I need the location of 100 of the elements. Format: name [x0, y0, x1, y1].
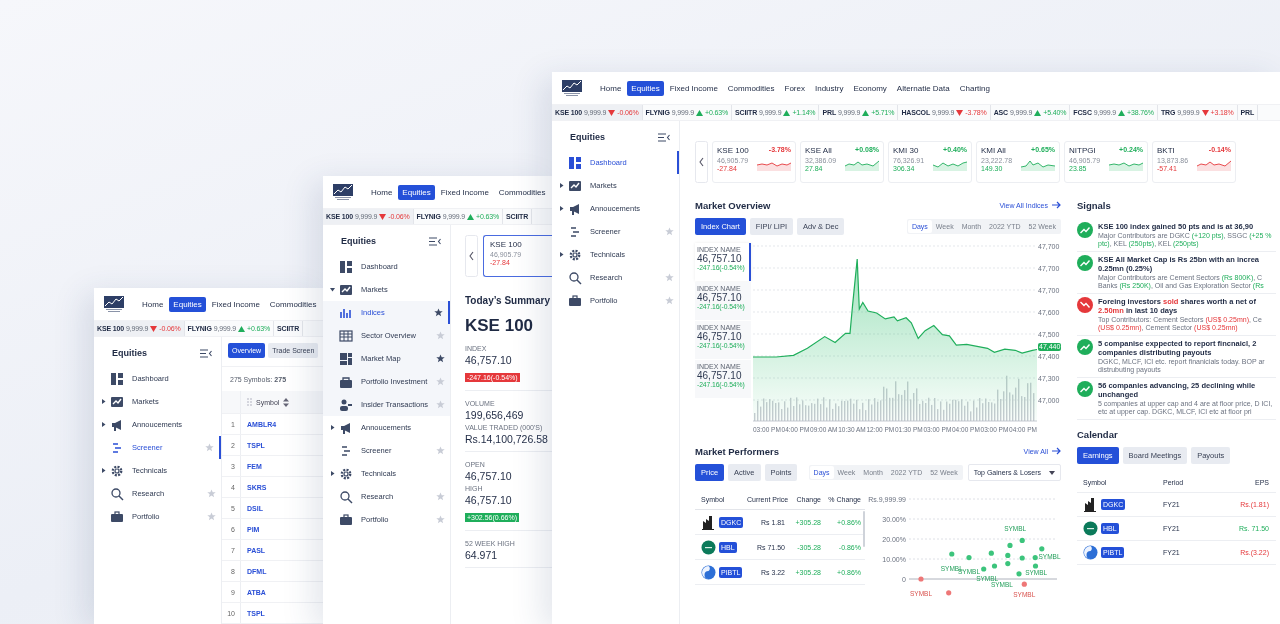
sidebar-title: Equities	[570, 132, 605, 142]
sparkline	[1197, 159, 1231, 171]
index-name: KMI All	[981, 146, 1007, 155]
index-value: 46,757.10	[697, 370, 743, 381]
data-point[interactable]	[1019, 555, 1025, 561]
nav-link[interactable]: Home	[138, 296, 168, 312]
nav-link[interactable]: Economy	[849, 80, 891, 96]
grid-icon	[339, 351, 353, 366]
sparkline	[845, 159, 879, 171]
star-icon[interactable]	[207, 512, 216, 521]
data-point[interactable]	[1039, 546, 1045, 552]
stat-value: Rs.14,100,726.58	[465, 433, 549, 445]
data-point[interactable]	[1016, 571, 1022, 577]
data-point[interactable]	[918, 576, 924, 582]
layout-icon	[568, 155, 582, 170]
star-icon[interactable]	[436, 515, 445, 524]
sidebar-title: Equities	[112, 348, 147, 358]
nav-link[interactable]: Charting	[955, 80, 994, 96]
nav-link[interactable]: Equities	[169, 296, 206, 312]
caret-icon	[1049, 470, 1055, 475]
index-value: 46,757.10	[697, 331, 743, 342]
star-icon[interactable]	[665, 227, 674, 236]
star-icon[interactable]	[436, 377, 445, 386]
chevron-left-icon[interactable]	[695, 141, 708, 183]
search-icon	[568, 270, 582, 285]
index-value: 46,757.10	[697, 292, 743, 303]
nav-link[interactable]: Equities	[627, 80, 664, 96]
logo-icon	[104, 296, 124, 312]
sparkline	[933, 159, 967, 171]
section-title: Signals	[1077, 198, 1112, 213]
nav-link[interactable]: Alternatie Data	[892, 80, 954, 96]
stat-value: 46,757.10	[465, 470, 513, 482]
star-icon[interactable]	[434, 308, 443, 317]
star-icon[interactable]	[665, 296, 674, 305]
star-icon[interactable]	[436, 492, 445, 501]
factory-icon	[1083, 497, 1098, 512]
data-point[interactable]	[1021, 581, 1027, 587]
stat-value: 199,656,469	[465, 409, 525, 421]
star-icon[interactable]	[207, 489, 216, 498]
swirl-logo-icon	[701, 564, 716, 580]
data-point[interactable]	[1032, 555, 1038, 561]
search-icon	[339, 489, 353, 504]
index-name: KSE All	[805, 146, 833, 155]
nav-link[interactable]: Fixed Income	[436, 184, 493, 200]
people-icon	[339, 397, 353, 412]
star-icon[interactable]	[436, 354, 445, 363]
index-name: BKTI	[1157, 146, 1176, 155]
stat-value: 46,757.10	[465, 354, 513, 366]
sparkline	[1021, 159, 1055, 171]
data-point[interactable]	[1032, 563, 1039, 569]
chevron-left-icon[interactable]	[465, 235, 478, 277]
data-point[interactable]	[1019, 537, 1025, 543]
data-point[interactable]	[1005, 552, 1011, 558]
index-name: NITPGI	[1069, 146, 1097, 155]
nav-link[interactable]: Forex	[780, 80, 809, 96]
data-point[interactable]	[946, 590, 952, 596]
data-point[interactable]	[966, 555, 972, 561]
nav-link[interactable]: Commodities	[494, 184, 550, 200]
data-point[interactable]	[991, 563, 998, 569]
briefcase-icon	[568, 293, 582, 308]
data-point[interactable]	[988, 550, 994, 556]
scrollbar[interactable]	[863, 511, 865, 547]
section-title: Today’s Summary	[465, 295, 552, 306]
circle-logo-icon	[701, 539, 716, 555]
star-icon[interactable]	[205, 443, 214, 452]
nav-link[interactable]: Fixed Income	[665, 80, 722, 96]
megaphone-icon	[568, 201, 582, 216]
star-icon[interactable]	[436, 400, 445, 409]
data-point[interactable]	[949, 551, 955, 557]
star-icon[interactable]	[436, 446, 445, 455]
gear-icon	[339, 466, 353, 481]
logo-icon	[333, 184, 353, 200]
nav-link[interactable]: Industry	[811, 80, 848, 96]
index-name: KSE 100	[490, 240, 523, 249]
stat-value: 46,757.10	[465, 494, 513, 506]
collapse-menu-icon[interactable]	[200, 348, 212, 358]
circle-logo-icon	[1083, 521, 1098, 536]
table-icon	[339, 328, 353, 343]
data-point[interactable]	[1005, 561, 1011, 567]
bag-icon	[339, 374, 353, 389]
collapse-menu-icon[interactable]	[658, 132, 670, 142]
data-point[interactable]	[981, 566, 987, 572]
nav-link[interactable]: Home	[596, 80, 626, 96]
data-point[interactable]	[1007, 542, 1013, 548]
star-icon[interactable]	[665, 273, 674, 282]
nav-link[interactable]: Commodities	[723, 80, 779, 96]
chart-icon	[110, 394, 124, 409]
nav-link[interactable]: Commodities	[265, 296, 321, 312]
filter-icon	[568, 224, 582, 239]
sort-icon	[283, 397, 290, 407]
logo-icon	[562, 80, 582, 96]
collapse-menu-icon[interactable]	[429, 236, 441, 246]
layout-icon	[110, 371, 124, 386]
star-icon[interactable]	[436, 331, 445, 340]
nav-link[interactable]: Home	[367, 184, 397, 200]
section-title: Market Performers	[695, 445, 779, 457]
nav-link[interactable]: Equities	[398, 184, 435, 200]
section-title: Calendar	[1077, 427, 1119, 442]
stat-value: 64.971	[465, 549, 499, 561]
nav-link[interactable]: Fixed Income	[207, 296, 264, 312]
